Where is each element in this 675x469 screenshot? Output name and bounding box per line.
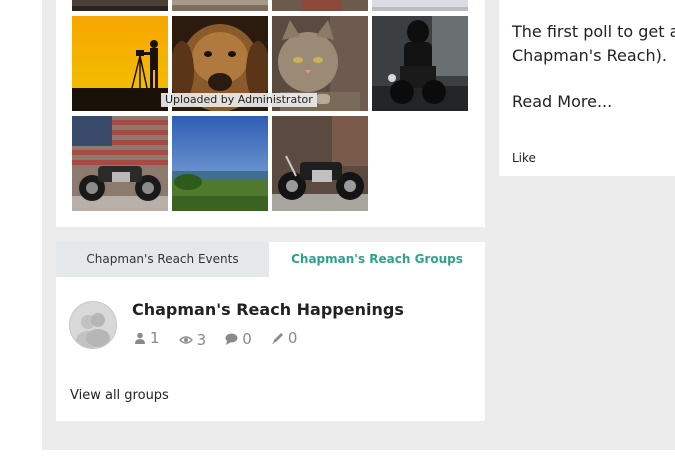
- groups-tabs: Chapman's Reach Events Chapman's Reach G…: [56, 242, 485, 277]
- comments-stat: 0: [225, 330, 252, 348]
- view-all-groups-link[interactable]: View all groups: [70, 388, 169, 403]
- photo-thumbnail[interactable]: [72, 0, 168, 11]
- photo-thumbnail-motorcycle-rider[interactable]: [372, 16, 468, 111]
- photo-thumbnail-photographer[interactable]: [72, 16, 168, 111]
- views-count: 3: [196, 330, 207, 349]
- groups-panel: Chapman's Reach Events Chapman's Reach G…: [56, 242, 485, 421]
- pencil-icon: [271, 332, 283, 344]
- post-excerpt-line: Chapman's Reach).: [512, 46, 667, 65]
- group-avatar[interactable]: [69, 301, 117, 349]
- group-title[interactable]: Chapman's Reach Happenings: [132, 300, 404, 319]
- eye-icon: [178, 335, 193, 344]
- views-stat: 3: [178, 330, 207, 349]
- tab-groups[interactable]: Chapman's Reach Groups: [269, 242, 485, 277]
- group-stats: 1 3 0 0: [134, 329, 311, 349]
- posts-count: 0: [287, 329, 298, 347]
- members-count: 1: [150, 329, 160, 347]
- like-button[interactable]: Like: [512, 151, 536, 165]
- tab-events[interactable]: Chapman's Reach Events: [56, 242, 269, 277]
- comment-bubble-icon: [225, 333, 238, 345]
- comments-count: 0: [242, 329, 252, 348]
- read-more-link[interactable]: Read More...: [512, 92, 612, 111]
- photo-thumbnail-motorcycle[interactable]: [272, 116, 368, 211]
- user-silhouette-icon: [76, 313, 110, 348]
- photo-gallery-panel: Uploaded by Administrator: [56, 0, 485, 227]
- post-excerpt: The first poll to get a fe Chapman's Rea…: [512, 20, 675, 68]
- members-stat: 1: [134, 329, 160, 347]
- post-excerpt-line: The first poll to get a fe: [512, 22, 675, 41]
- photo-thumbnail[interactable]: [172, 0, 268, 11]
- posts-stat: 0: [271, 329, 298, 347]
- photo-thumbnail-landscape[interactable]: [172, 116, 268, 211]
- side-post-panel: The first poll to get a fe Chapman's Rea…: [499, 0, 675, 176]
- photo-thumbnail[interactable]: [372, 0, 468, 11]
- members-icon: [135, 332, 145, 344]
- photo-thumbnail-motorcycle-flag[interactable]: [72, 116, 168, 211]
- photo-uploader-caption: Uploaded by Administrator: [161, 93, 317, 107]
- photo-thumbnail[interactable]: [272, 0, 368, 11]
